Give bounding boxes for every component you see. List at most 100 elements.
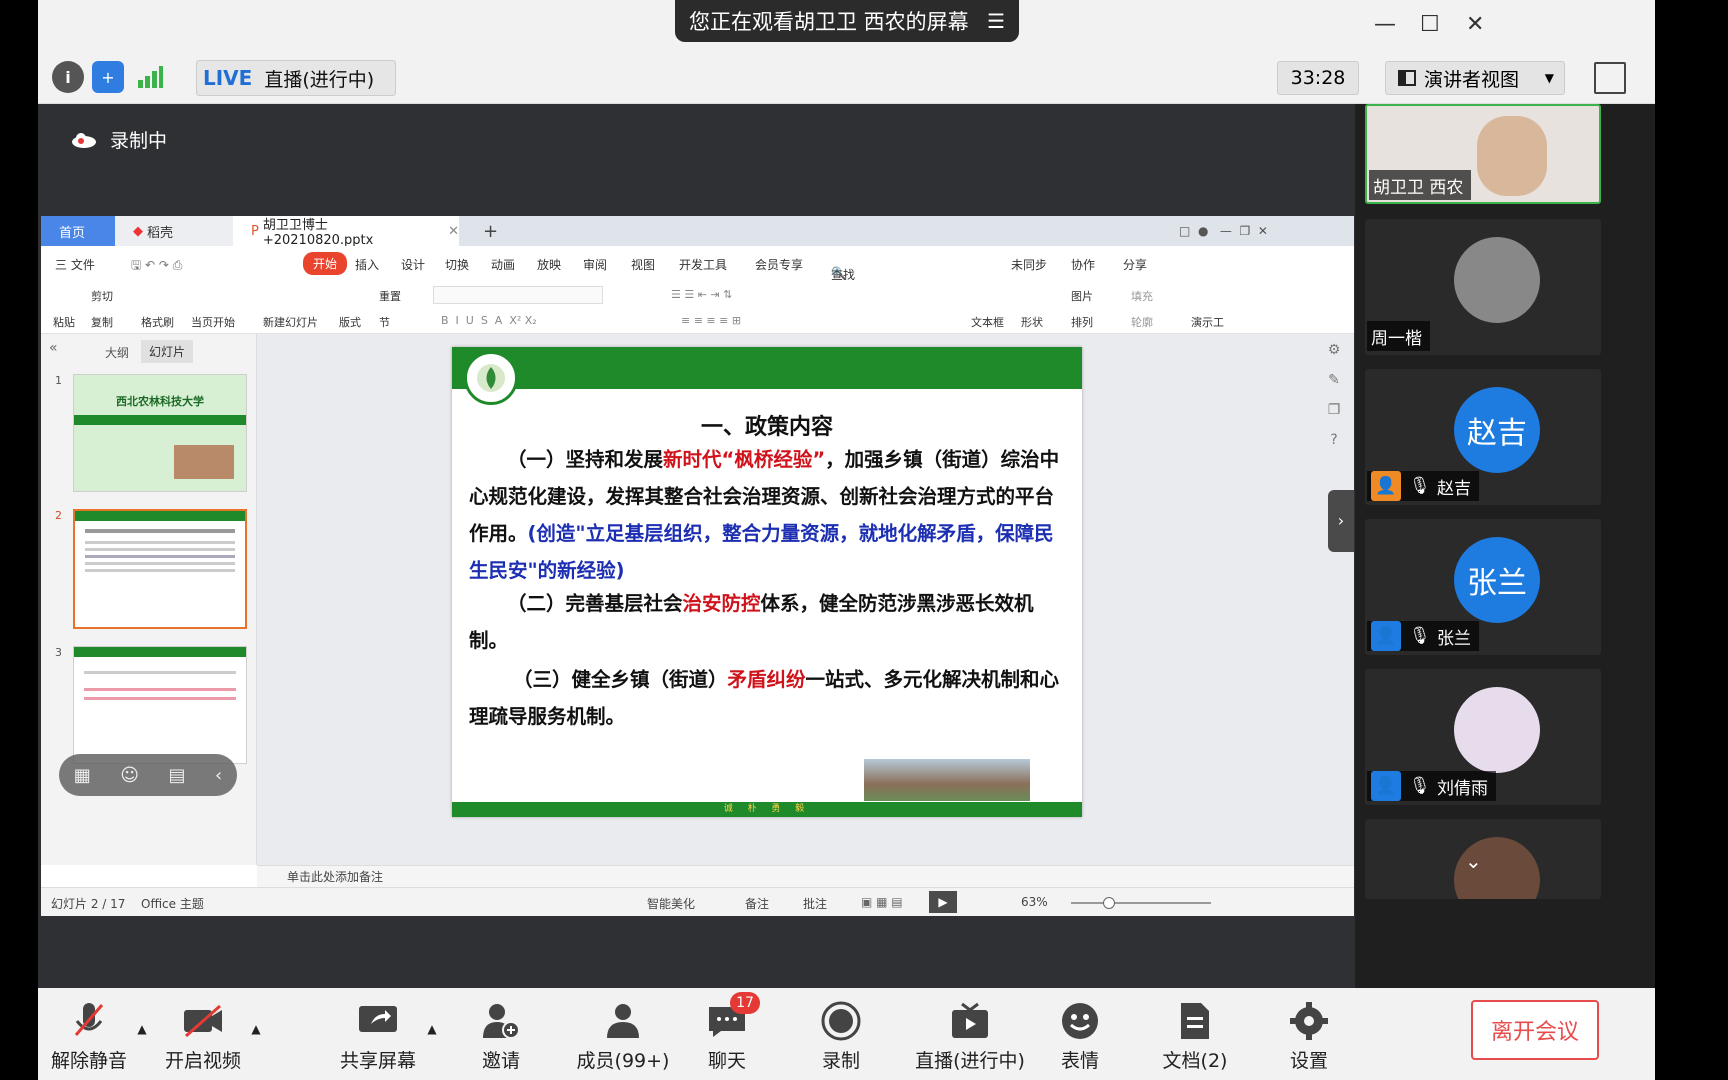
zoom-level[interactable]: 63%	[1021, 895, 1048, 909]
participant-card[interactable]: ⌄	[1365, 819, 1601, 899]
menu-design[interactable]: 设计	[401, 256, 425, 273]
copy-icon[interactable]: ❐	[1328, 402, 1341, 418]
participant-card[interactable]: 周一楷	[1365, 219, 1601, 355]
align-icons[interactable]: ≡ ≡ ≡ ≡ ⊞	[681, 314, 741, 327]
menu-view[interactable]: 视图	[631, 256, 655, 273]
reset-button[interactable]: 重置	[379, 288, 401, 304]
maximize-icon[interactable]: ☐	[1420, 12, 1440, 37]
text-format-icons[interactable]: B I U S A X² X₂	[441, 314, 537, 327]
slide-thumb-1[interactable]: 西北农林科技大学	[73, 374, 247, 492]
textbox-button[interactable]: 文本框	[971, 314, 1004, 330]
view-buttons[interactable]: ▣ ▦ ▤	[861, 895, 903, 909]
live-button[interactable]: 直播(进行中)	[910, 998, 1030, 1073]
docs-button[interactable]: 文档(2)	[1150, 998, 1240, 1073]
tab-home[interactable]: 首页	[41, 216, 115, 246]
remarks-button[interactable]: 备注	[745, 895, 769, 912]
play-icon[interactable]: ▶	[929, 891, 957, 913]
audio-options-icon[interactable]: ▲	[130, 1022, 154, 1036]
comment-button[interactable]: 批注	[803, 895, 827, 912]
layout-button[interactable]: 版式	[339, 314, 361, 330]
live-status[interactable]: LIVE 直播(进行中)	[196, 60, 396, 96]
record-button[interactable]: 录制	[796, 998, 886, 1073]
presentation-tools-button[interactable]: 演示工	[1191, 314, 1224, 330]
menu-start[interactable]: 开始	[303, 252, 348, 275]
menu-developer[interactable]: 开发工具	[679, 256, 727, 273]
outline-button[interactable]: 轮廓	[1131, 314, 1153, 330]
quick-access-icons[interactable]: 🖫 ↶ ↷ ⎙	[131, 256, 182, 277]
tab-daoke[interactable]: ◆ 稻壳	[115, 216, 233, 246]
cut-button[interactable]: 剪切	[91, 288, 113, 304]
view-mode-dropdown[interactable]: 演讲者视图 ▼	[1385, 61, 1565, 95]
font-family-select[interactable]	[433, 286, 603, 304]
tab-pptx[interactable]: P 胡卫卫博士+20210820.pptx ✕	[233, 216, 459, 248]
play-current-button[interactable]: 当页开始	[191, 314, 235, 330]
picture-button[interactable]: 图片	[1071, 288, 1093, 304]
paste-button[interactable]: 粘贴	[53, 314, 75, 330]
share-screen-button[interactable]: 共享屏幕	[328, 998, 428, 1073]
slides-tab[interactable]: 幻灯片	[141, 340, 194, 363]
wps-window-controls[interactable]: □ ● — ❐ ✕	[1161, 216, 1268, 246]
notes-area[interactable]: 单击此处添加备注	[257, 865, 1354, 887]
video-button[interactable]: 开启视频	[158, 998, 248, 1073]
members-button[interactable]: 成员(99+)	[568, 998, 678, 1073]
paragraph-icons[interactable]: ☰ ☰ ⇤ ⇥ ⇅	[671, 288, 732, 301]
new-tab-icon[interactable]: +	[465, 216, 498, 246]
settings-button[interactable]: 设置	[1264, 998, 1354, 1073]
beautify-button[interactable]: 智能美化	[647, 895, 695, 912]
shield-icon[interactable]: +	[92, 61, 124, 93]
info-icon[interactable]: i	[52, 61, 84, 93]
zoom-handle[interactable]	[1103, 897, 1115, 909]
section-button[interactable]: 节	[379, 314, 390, 330]
signal-icon[interactable]	[134, 61, 166, 93]
menu-animation[interactable]: 动画	[491, 256, 515, 273]
outline-tab[interactable]: 大纲	[105, 344, 129, 361]
new-slide-button[interactable]: 新建幻灯片	[263, 314, 318, 330]
menu-icon[interactable]: ☰	[987, 9, 1005, 33]
menu-member[interactable]: 会员专享	[755, 256, 803, 273]
close-icon[interactable]: ✕	[1466, 12, 1484, 37]
share-options-icon[interactable]: ▲	[420, 1022, 444, 1036]
screen-share-banner[interactable]: 您正在观看胡卫卫 西农的屏幕 ☰	[675, 0, 1019, 42]
menu-transition[interactable]: 切换	[445, 256, 469, 273]
tab-close-icon[interactable]: ✕	[448, 224, 459, 239]
leave-meeting-button[interactable]: 离开会议	[1471, 1000, 1599, 1060]
menu-file[interactable]: 三 文件	[55, 256, 95, 273]
chat-button[interactable]: 17 聊天	[682, 992, 772, 1073]
share-button[interactable]: 分享	[1123, 256, 1147, 273]
collab-button[interactable]: 协作	[1071, 256, 1095, 273]
unmute-button[interactable]: 解除静音	[44, 998, 134, 1073]
shape-button[interactable]: 形状	[1021, 314, 1043, 330]
comment-icon[interactable]: ▤	[169, 765, 186, 786]
menu-slideshow[interactable]: 放映	[537, 256, 561, 273]
zoom-slider[interactable]	[1071, 902, 1211, 904]
settings-icon[interactable]: ⚙	[1328, 342, 1341, 358]
menu-review[interactable]: 审阅	[583, 256, 607, 273]
video-options-icon[interactable]: ▲	[244, 1022, 268, 1036]
pin-icon[interactable]: ✎	[1328, 372, 1340, 388]
copy-button[interactable]: 复制	[91, 314, 113, 330]
chevron-down-icon[interactable]: ⌄	[1465, 849, 1482, 873]
help-icon[interactable]: ?	[1330, 432, 1337, 448]
grid-icon[interactable]: ▦	[74, 765, 91, 786]
slide-thumb-3[interactable]	[73, 646, 247, 764]
participant-card[interactable]: 赵吉 👤 🎙 赵吉	[1365, 369, 1601, 505]
fullscreen-icon[interactable]	[1594, 62, 1626, 94]
invite-button[interactable]: 邀请	[456, 998, 546, 1073]
arrange-button[interactable]: 排列	[1071, 314, 1093, 330]
back-icon[interactable]: ‹	[215, 765, 222, 786]
format-painter-button[interactable]: 格式刷	[141, 314, 174, 330]
collapse-icon[interactable]: «	[49, 340, 58, 356]
current-slide[interactable]: 一、政策内容 （一）坚持和发展新时代“枫桥经验”，加强乡镇（街道）综治中心规范化…	[452, 347, 1082, 817]
sync-status[interactable]: 未同步	[1011, 256, 1047, 273]
participant-card[interactable]: 张兰 👤 🎙 张兰	[1365, 519, 1601, 655]
participant-video-active[interactable]: 胡卫卫 西农	[1365, 104, 1601, 204]
expand-panel-icon[interactable]: ›	[1328, 490, 1354, 552]
emoji-icon[interactable]: ☺	[120, 765, 139, 786]
float-toolbar[interactable]: ▦ ☺ ▤ ‹	[59, 754, 237, 796]
slide-thumb-2[interactable]	[73, 509, 247, 629]
emoji-button[interactable]: 表情	[1035, 998, 1125, 1073]
fill-button[interactable]: 填充	[1131, 288, 1153, 304]
participant-card[interactable]: 👤 🎙 刘倩雨	[1365, 669, 1601, 805]
menu-insert[interactable]: 插入	[355, 256, 379, 273]
minimize-icon[interactable]: —	[1374, 12, 1396, 37]
